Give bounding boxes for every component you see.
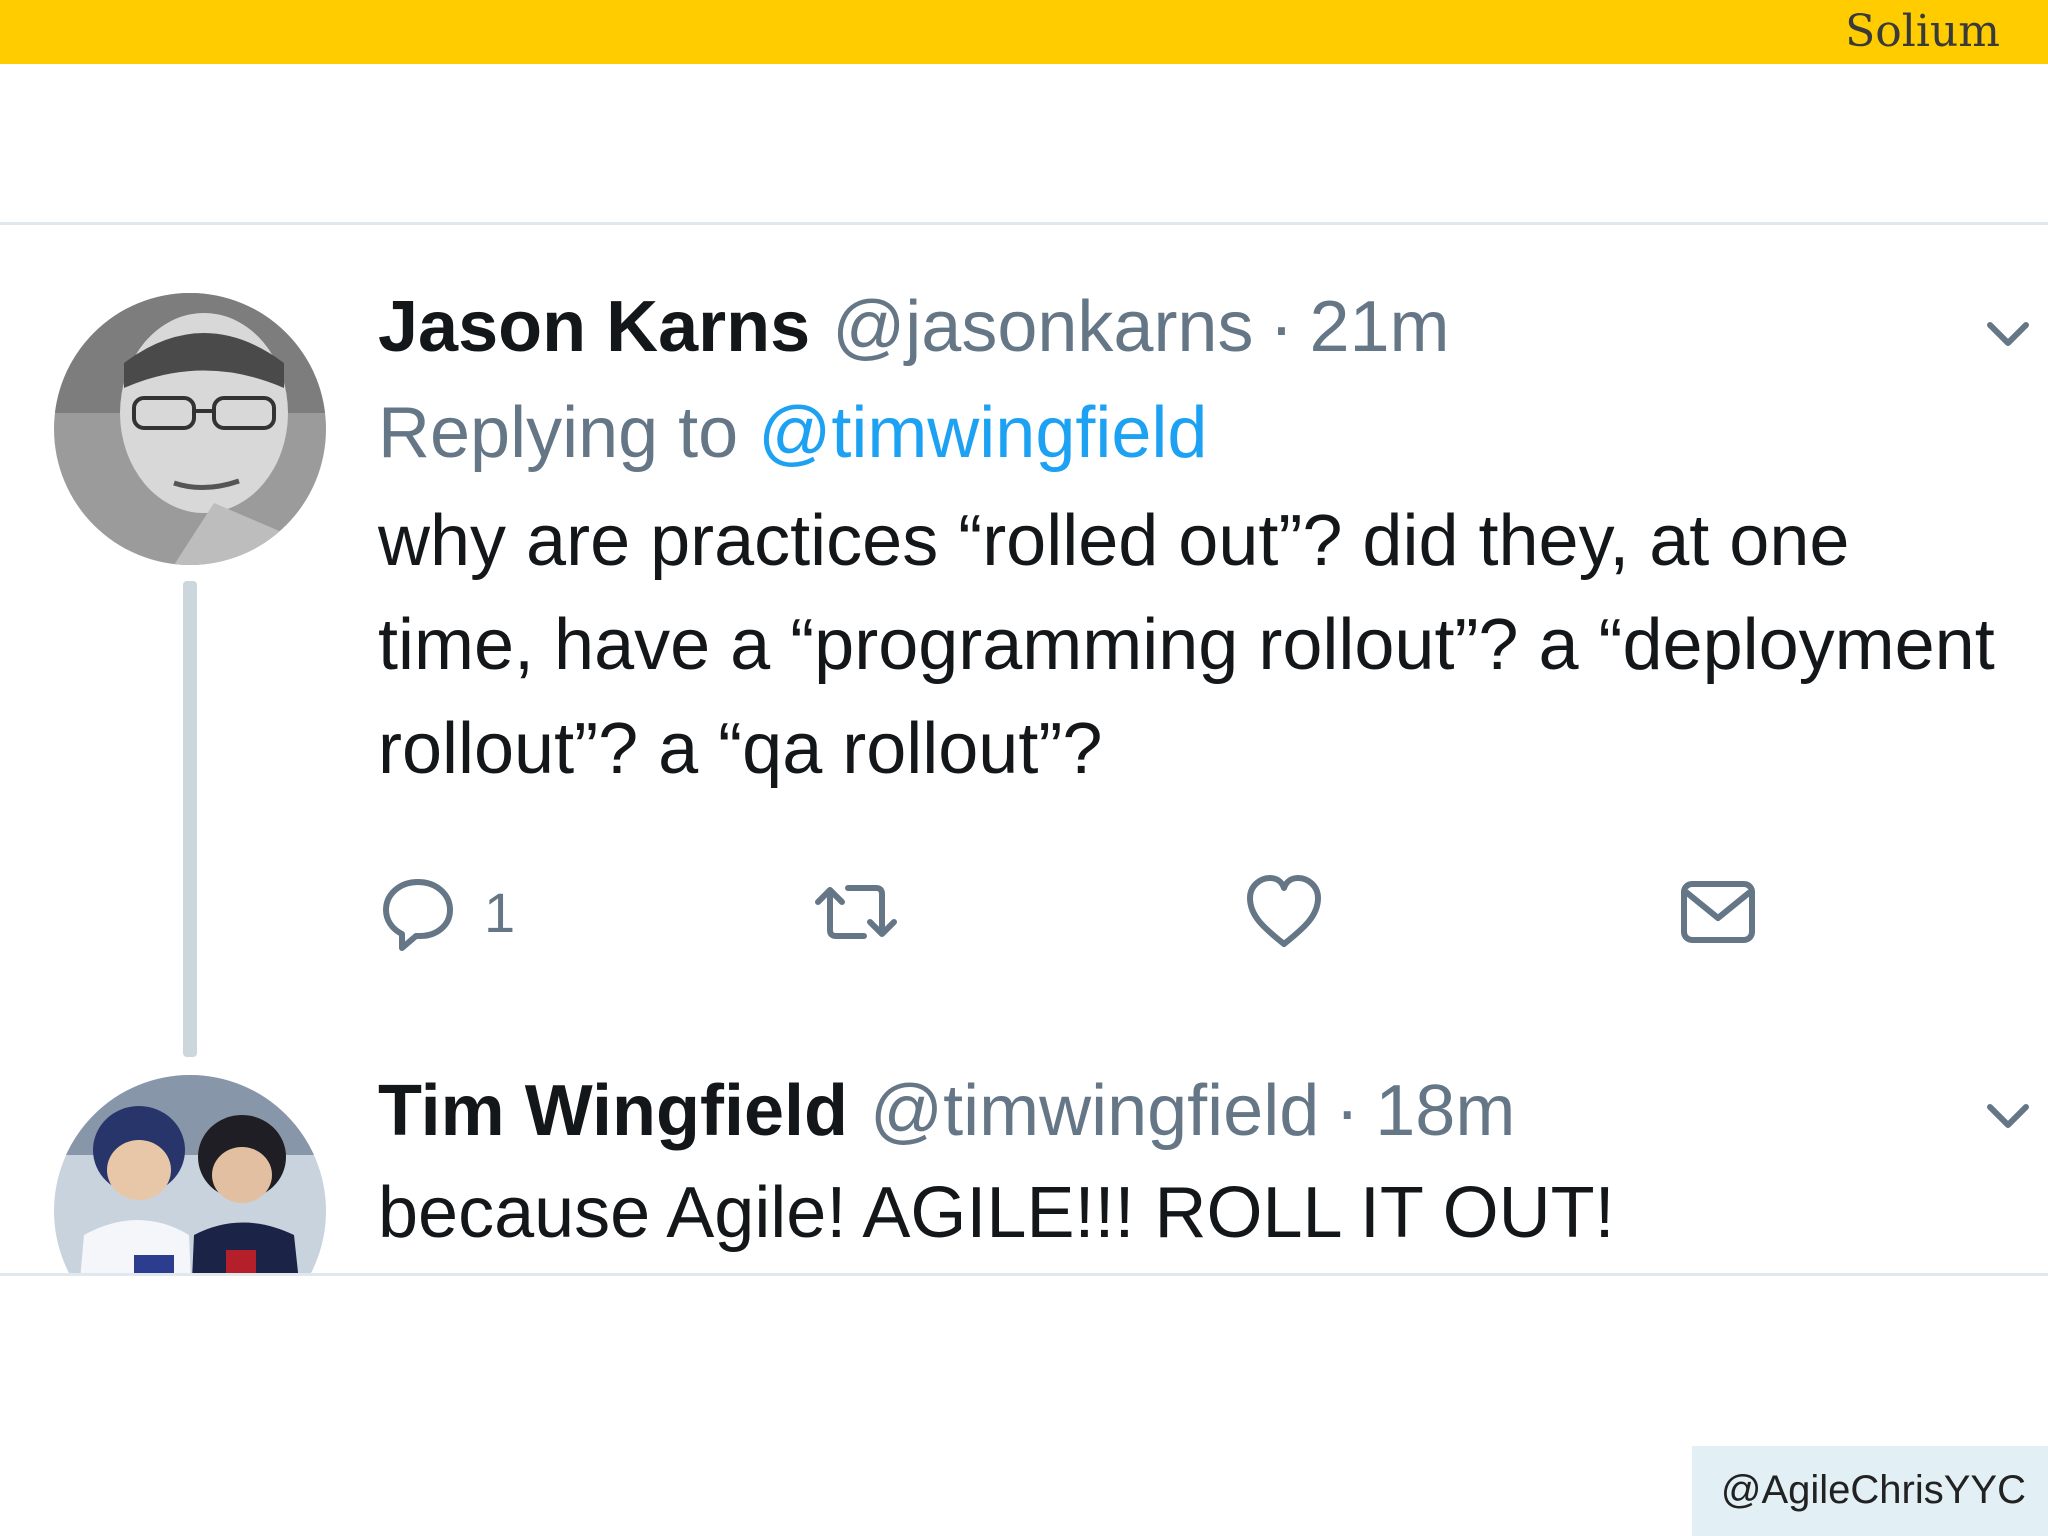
brand-logo-text: Solium: [1845, 6, 2000, 57]
reply-icon: [383, 879, 453, 951]
slide-top-bar: Solium: [0, 0, 2048, 64]
retweet-button[interactable]: [808, 867, 904, 957]
retweet-icon: [815, 885, 897, 939]
tweet-header: Tim Wingfield @timwingfield · 18m: [378, 1061, 2018, 1161]
tweet-timestamp[interactable]: 18m: [1375, 1061, 1515, 1161]
thread-connector-line: [183, 581, 197, 1057]
tweet-text: because Agile! AGILE!!! ROLL IT OUT!: [378, 1173, 1615, 1253]
replying-to-label: Replying to: [378, 393, 739, 473]
author-name[interactable]: Jason Karns: [378, 277, 810, 377]
tweet-actions: 1: [378, 867, 1778, 957]
presenter-handle: @AgileChrisYYC: [1720, 1468, 2026, 1512]
avatar[interactable]: [54, 293, 326, 565]
tweet[interactable]: Tim Wingfield @timwingfield · 18m becaus…: [378, 1061, 2018, 1265]
chevron-down-icon[interactable]: [1980, 305, 2036, 361]
tweet-text: why are practices “rolled out”? did they…: [378, 501, 1995, 789]
heart-icon: [1247, 875, 1321, 947]
envelope-icon: [1681, 881, 1755, 943]
author-name[interactable]: Tim Wingfield: [378, 1061, 848, 1161]
header-separator: ·: [1269, 287, 1294, 367]
chevron-down-icon[interactable]: [1980, 1087, 2036, 1143]
direct-message-button[interactable]: [1678, 867, 1758, 957]
avatar-tim-wingfield-image: [54, 1075, 326, 1273]
presenter-credit-box: @AgileChrisYYC: [1692, 1446, 2048, 1536]
header-separator: ·: [1335, 1071, 1360, 1151]
tweet[interactable]: Jason Karns @jasonkarns · 21m Replying t…: [378, 277, 2018, 801]
author-handle[interactable]: @timwingfield: [870, 1061, 1319, 1161]
replying-to-handle-link[interactable]: @timwingfield: [758, 393, 1207, 473]
tweet-timestamp[interactable]: 21m: [1309, 277, 1449, 377]
avatar-jason-karns-image: [54, 293, 326, 565]
author-handle[interactable]: @jasonkarns: [832, 277, 1253, 377]
avatar[interactable]: [54, 1075, 326, 1273]
tweet-thread-screenshot: Jason Karns @jasonkarns · 21m Replying t…: [0, 222, 2048, 1276]
reply-button[interactable]: 1: [378, 867, 515, 957]
replying-to-line: Replying to @timwingfield: [378, 377, 2018, 489]
reply-count: 1: [484, 880, 516, 944]
tweet-header: Jason Karns @jasonkarns · 21m: [378, 277, 2018, 377]
like-button[interactable]: [1244, 867, 1324, 957]
